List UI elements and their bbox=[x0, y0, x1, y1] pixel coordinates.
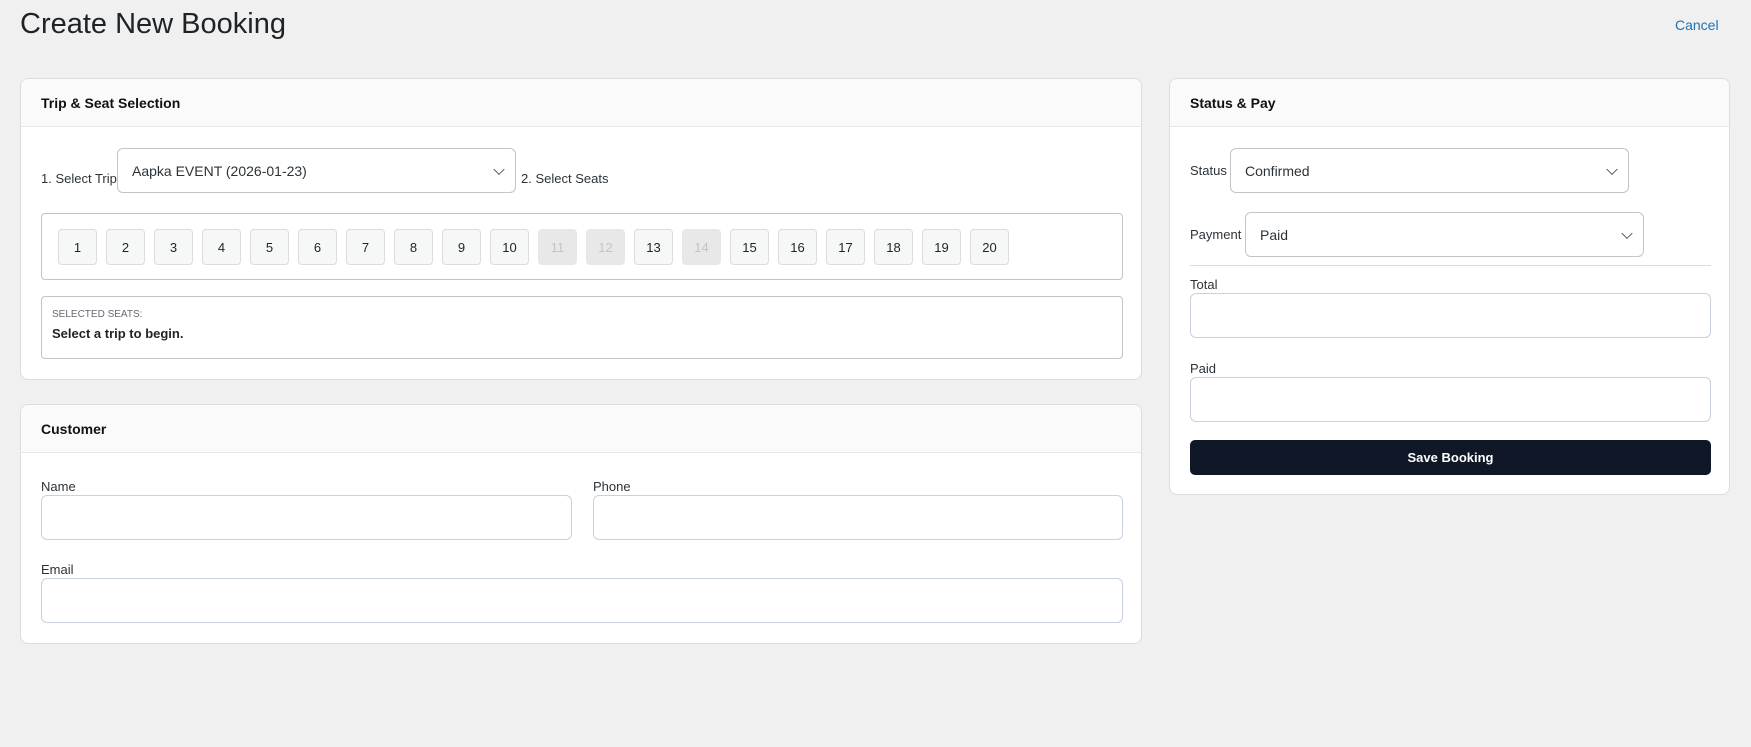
seat-1-button[interactable]: 1 bbox=[58, 229, 97, 265]
seat-2-button[interactable]: 2 bbox=[106, 229, 145, 265]
chevron-down-icon bbox=[1621, 227, 1633, 239]
paid-label: Paid bbox=[1190, 361, 1217, 376]
phone-label: Phone bbox=[593, 479, 631, 494]
chevron-down-icon bbox=[1606, 163, 1618, 175]
save-booking-button[interactable]: Save Booking bbox=[1190, 440, 1711, 475]
email-input[interactable] bbox=[41, 578, 1123, 623]
selected-seats-box: SELECTED SEATS: Select a trip to begin. bbox=[41, 296, 1123, 359]
total-label: Total bbox=[1190, 277, 1218, 292]
status-pay-card: Status & Pay Status Confirmed Payment Pa… bbox=[1169, 78, 1730, 495]
card-title: Trip & Seat Selection bbox=[21, 79, 1141, 127]
seat-8-button[interactable]: 8 bbox=[394, 229, 433, 265]
selected-seats-label: SELECTED SEATS: bbox=[52, 309, 143, 320]
payment-label: Payment bbox=[1190, 227, 1242, 242]
seat-18-button[interactable]: 18 bbox=[874, 229, 913, 265]
total-input[interactable] bbox=[1190, 293, 1711, 338]
seat-15-button[interactable]: 15 bbox=[730, 229, 769, 265]
seat-6-button[interactable]: 6 bbox=[298, 229, 337, 265]
cancel-link[interactable]: Cancel bbox=[1675, 17, 1719, 33]
status-label: Status bbox=[1190, 163, 1227, 178]
selected-seats-text: Select a trip to begin. bbox=[52, 326, 184, 341]
seat-5-button[interactable]: 5 bbox=[250, 229, 289, 265]
name-input[interactable] bbox=[41, 495, 572, 540]
seat-4-button[interactable]: 4 bbox=[202, 229, 241, 265]
seat-3-button[interactable]: 3 bbox=[154, 229, 193, 265]
card-title: Status & Pay bbox=[1170, 79, 1729, 127]
phone-input[interactable] bbox=[593, 495, 1123, 540]
email-label: Email bbox=[41, 562, 74, 577]
customer-card: Customer Name Phone Email bbox=[20, 404, 1142, 644]
divider bbox=[1190, 265, 1711, 266]
status-select-value: Confirmed bbox=[1245, 162, 1310, 179]
page-title: Create New Booking bbox=[20, 8, 286, 40]
seat-16-button[interactable]: 16 bbox=[778, 229, 817, 265]
select-trip-label: 1. Select Trip bbox=[41, 171, 117, 186]
status-select[interactable]: Confirmed bbox=[1230, 148, 1629, 193]
seat-17-button[interactable]: 17 bbox=[826, 229, 865, 265]
chevron-down-icon bbox=[493, 163, 505, 175]
select-seats-label: 2. Select Seats bbox=[521, 171, 609, 186]
seat-20-button[interactable]: 20 bbox=[970, 229, 1009, 265]
seat-map: 1 2 3 4 5 6 7 8 9 10 11 12 13 14 15 16 17 18 19 20 bbox=[41, 213, 1123, 280]
payment-select[interactable]: Paid bbox=[1245, 212, 1644, 257]
seat-11-button: 11 bbox=[538, 229, 577, 265]
seat-9-button[interactable]: 9 bbox=[442, 229, 481, 265]
seat-13-button[interactable]: 13 bbox=[634, 229, 673, 265]
trip-select[interactable]: Aapka EVENT (2026-01-23) bbox=[117, 148, 516, 193]
trip-select-value: Aapka EVENT (2026-01-23) bbox=[132, 162, 307, 179]
seat-12-button: 12 bbox=[586, 229, 625, 265]
seat-19-button[interactable]: 19 bbox=[922, 229, 961, 265]
paid-input[interactable] bbox=[1190, 377, 1711, 422]
payment-select-value: Paid bbox=[1260, 226, 1289, 243]
seat-10-button[interactable]: 10 bbox=[490, 229, 529, 265]
trip-seat-card: Trip & Seat Selection 1. Select Trip Aap… bbox=[20, 78, 1142, 380]
seat-14-button: 14 bbox=[682, 229, 721, 265]
name-label: Name bbox=[41, 479, 76, 494]
card-title: Customer bbox=[21, 405, 1141, 453]
seat-7-button[interactable]: 7 bbox=[346, 229, 385, 265]
